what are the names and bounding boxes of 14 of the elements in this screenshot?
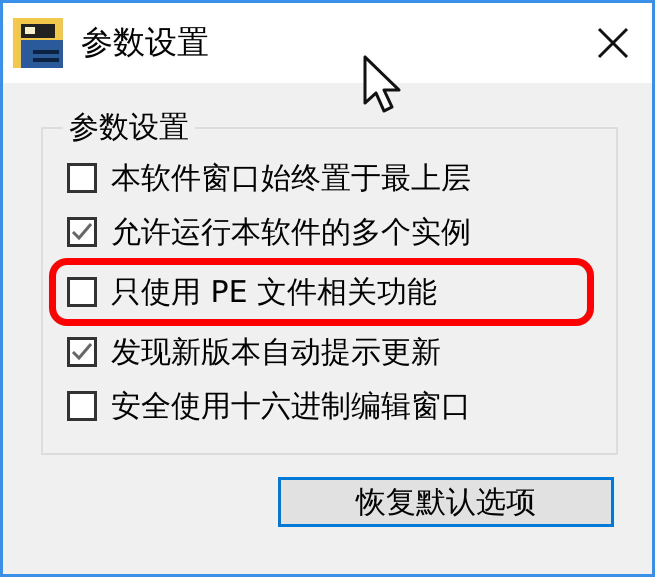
option-label: 只使用 PE 文件相关功能 [111, 274, 438, 312]
option-label: 本软件窗口始终置于最上层 [111, 160, 471, 198]
option-label: 允许运行本软件的多个实例 [111, 214, 471, 252]
window-title: 参数设置 [81, 22, 209, 63]
option-label: 安全使用十六进制编辑窗口 [111, 388, 471, 426]
option-label: 发现新版本自动提示更新 [111, 334, 441, 372]
checkbox[interactable] [67, 337, 97, 367]
checkbox[interactable] [67, 391, 97, 421]
restore-defaults-button[interactable]: 恢复默认选项 [278, 477, 614, 527]
checkbox[interactable] [67, 277, 97, 307]
app-icon [13, 18, 63, 68]
checkbox[interactable] [67, 217, 97, 247]
close-icon [596, 26, 630, 60]
checkbox[interactable] [67, 163, 97, 193]
